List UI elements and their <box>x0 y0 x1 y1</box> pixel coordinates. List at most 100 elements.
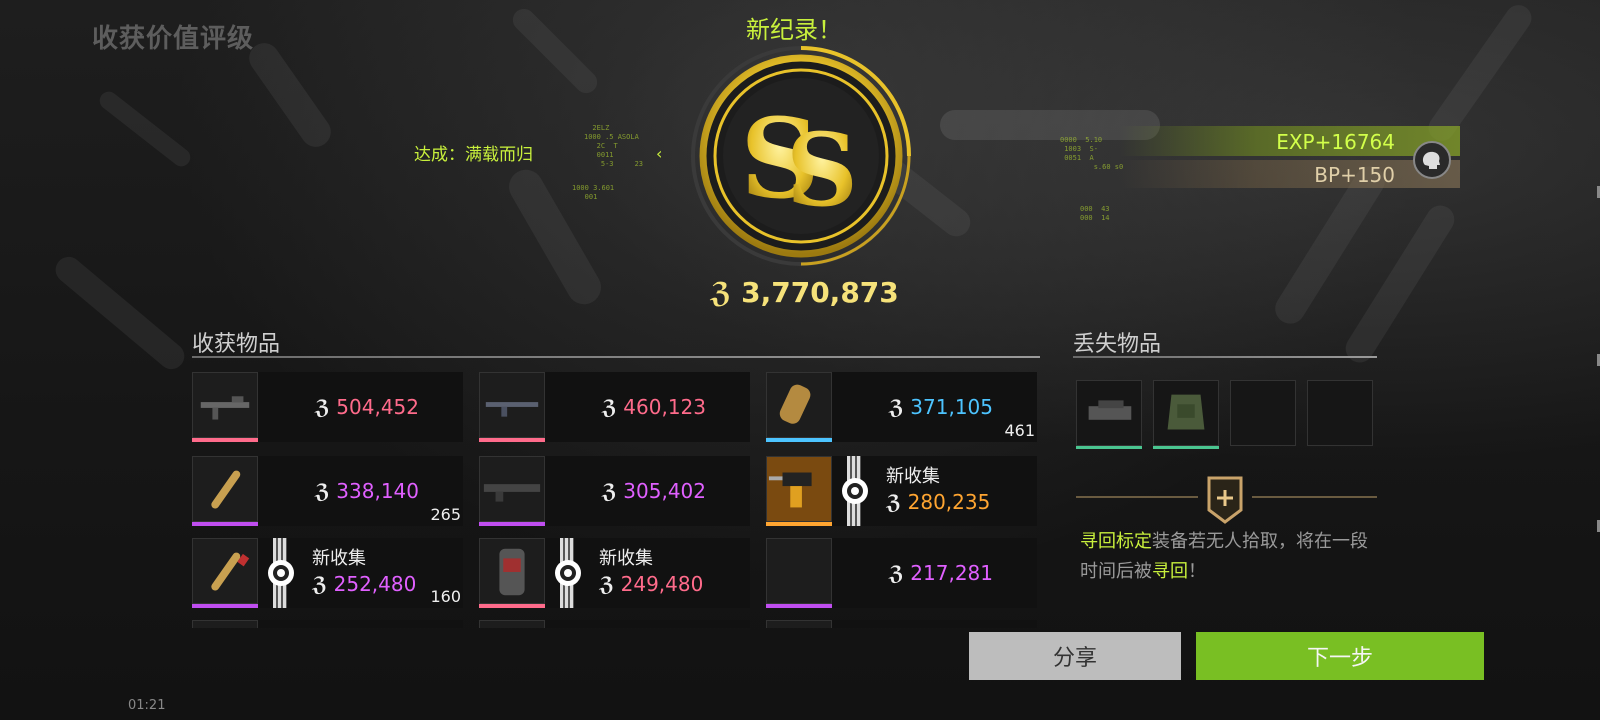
collected-item[interactable]: ℨ 460,123 <box>479 372 750 442</box>
clock: 01:21 <box>128 698 166 713</box>
lost-item-slot-empty[interactable] <box>1307 380 1373 446</box>
collected-item[interactable]: 265 ℨ 338,140 <box>192 456 463 526</box>
lost-title: 丢失物品 <box>1073 332 1162 357</box>
total-value: ℨ 3,770,873 <box>710 276 899 309</box>
rarity-bar <box>192 522 258 526</box>
item-value: ℨ 460,123 <box>602 395 706 419</box>
item-value: ℨ 252,480 <box>312 572 416 596</box>
item-value-amount: 217,281 <box>910 561 993 585</box>
item-value: ℨ 371,105 <box>889 395 993 419</box>
lost-item-bar <box>1153 446 1219 449</box>
item-thumbnail <box>192 620 258 628</box>
tracker-highlight: 寻回标定 <box>1080 531 1152 552</box>
shield-plus-icon <box>1207 476 1243 524</box>
coin-icon: ℨ <box>710 276 732 309</box>
coin-icon: ℨ <box>314 479 330 503</box>
item-value: ℨ 305,402 <box>602 479 706 503</box>
share-button[interactable]: 分享 <box>969 632 1181 680</box>
new-collect-label: 新收集 <box>599 548 653 569</box>
new-collect-label: 新收集 <box>886 466 940 487</box>
rarity-bar <box>766 604 832 608</box>
item-thumbnail <box>192 456 258 522</box>
item-value: ℨ 338,140 <box>315 479 419 503</box>
gear-icon <box>840 476 870 506</box>
rarity-bar <box>192 604 258 608</box>
collected-title: 收获物品 <box>192 332 281 357</box>
item-thumbnail <box>479 620 545 628</box>
item-thumbnail <box>766 620 832 628</box>
collected-item[interactable]: 新收集 ℨ 249,480 <box>479 538 750 608</box>
item-thumbnail <box>766 372 832 438</box>
rarity-bar <box>766 522 832 526</box>
item-value-amount: 371,105 <box>910 395 993 419</box>
rarity-bar <box>479 604 545 608</box>
coin-icon: ℨ <box>312 572 328 596</box>
achievement-label: 达成：满载而归 <box>414 145 533 165</box>
coin-icon: ℨ <box>599 572 615 596</box>
total-value-amount: 3,770,873 <box>741 276 899 309</box>
item-value: ℨ 504,452 <box>315 395 419 419</box>
rarity-bar <box>479 522 545 526</box>
item-quantity: 461 <box>1004 421 1035 440</box>
item-thumbnail <box>192 372 258 438</box>
tracker-end: ！ <box>1188 561 1206 582</box>
collected-item-partial[interactable] <box>479 620 750 628</box>
tracker-highlight: 寻回 <box>1152 561 1188 582</box>
collected-item[interactable]: 新收集 ℨ 280,235 <box>766 456 1037 526</box>
collected-divider <box>192 356 1040 358</box>
item-value-amount: 305,402 <box>623 479 706 503</box>
gear-icon <box>553 558 583 588</box>
hud-decoration: 2ELZ 1000 .5 ASOLA 2C T 0011 5-3 23 <box>584 124 644 168</box>
hud-decoration: 000 43 000 14 <box>1080 205 1110 222</box>
gear-icon <box>266 558 296 588</box>
coin-icon: ℨ <box>888 561 904 585</box>
bp-reward: BP+150 <box>1314 163 1395 187</box>
collected-item[interactable]: 160 新收集 ℨ 252,480 <box>192 538 463 608</box>
item-thumbnail <box>479 456 545 522</box>
lost-item-bar <box>1076 446 1142 449</box>
item-value-amount: 338,140 <box>336 479 419 503</box>
coin-icon: ℨ <box>886 490 902 514</box>
item-value-amount: 252,480 <box>333 572 417 596</box>
next-button[interactable]: 下一步 <box>1196 632 1484 680</box>
item-thumbnail <box>479 372 545 438</box>
collected-item[interactable]: ℨ 305,402 <box>479 456 750 526</box>
item-thumbnail <box>766 538 832 604</box>
exp-reward: EXP+16764 <box>1276 130 1395 154</box>
item-quantity: 160 <box>430 587 461 606</box>
rarity-bar <box>192 438 258 442</box>
page-title: 收获价值评级 <box>92 24 255 54</box>
bp-bar <box>1120 160 1460 188</box>
hud-decoration: 0000 5.10 1003 S- 0051 A s.60 s0 <box>1060 136 1124 171</box>
hud-decoration: 1000 3.601 001 <box>572 184 615 201</box>
item-value-amount: 460,123 <box>623 395 706 419</box>
item-thumbnail <box>192 538 258 604</box>
item-value: ℨ 217,281 <box>889 561 993 585</box>
item-value-amount: 280,235 <box>907 490 991 514</box>
tracker-divider <box>1076 496 1198 498</box>
collected-items-list[interactable]: ℨ 504,452 ℨ 460,123 461 ℨ 371,105 265 ℨ 338,1… <box>192 372 1040 628</box>
chevron-left-icon: ‹ <box>656 144 663 163</box>
item-value: ℨ 280,235 <box>886 490 990 514</box>
lost-item-slot[interactable] <box>1076 380 1142 446</box>
collected-item[interactable]: ℨ 217,281 <box>766 538 1037 608</box>
coin-icon: ℨ <box>888 395 904 419</box>
collected-item[interactable]: 461 ℨ 371,105 <box>766 372 1037 442</box>
lost-item-slot-empty[interactable] <box>1230 380 1296 446</box>
item-value: ℨ 249,480 <box>599 572 703 596</box>
lost-item-slot[interactable] <box>1153 380 1219 446</box>
svg-text:S: S <box>786 111 858 229</box>
collected-item-partial[interactable] <box>766 620 1037 628</box>
coin-icon: ℨ <box>601 395 617 419</box>
brain-icon[interactable] <box>1413 141 1451 179</box>
rarity-bar <box>766 438 832 442</box>
rank-badge: S S <box>690 45 912 267</box>
item-thumbnail <box>766 456 832 522</box>
item-quantity: 265 <box>430 505 461 524</box>
item-thumbnail <box>479 538 545 604</box>
tracker-text: 寻回标定装备若无人拾取，将在一段时间后被寻回！ <box>1080 527 1372 587</box>
collected-item-partial[interactable] <box>192 620 463 628</box>
coin-icon: ℨ <box>601 479 617 503</box>
collected-item[interactable]: ℨ 504,452 <box>192 372 463 442</box>
rank-ss-icon: S S <box>691 46 911 266</box>
